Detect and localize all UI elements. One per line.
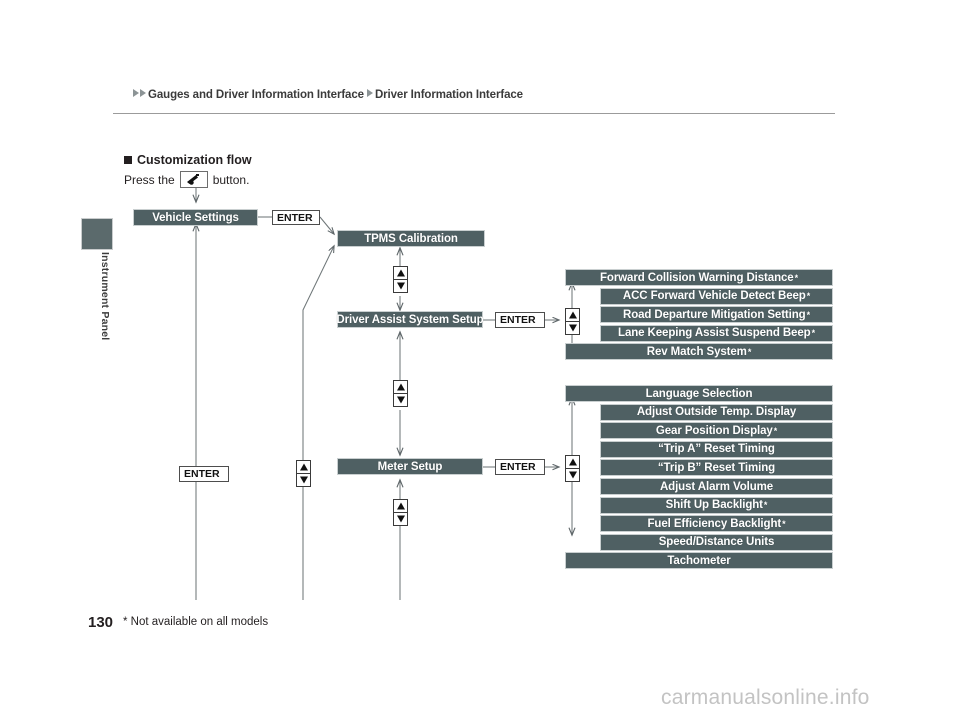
down-button[interactable] xyxy=(565,321,580,335)
flow-option-label: Road Departure Mitigation Setting xyxy=(622,308,806,321)
flow-option-box[interactable]: Forward Collision Warning Distance * xyxy=(565,269,833,286)
footnote-asterisk: * xyxy=(773,425,778,436)
updown-buttons-das-meter[interactable] xyxy=(393,380,408,407)
flow-box-driver-assist-system-setup[interactable]: Driver Assist System Setup xyxy=(336,311,484,328)
flow-option-box[interactable]: Tachometer xyxy=(565,552,833,570)
down-button[interactable] xyxy=(393,512,408,526)
flow-option-box[interactable]: ACC Forward Vehicle Detect Beep * xyxy=(600,287,833,305)
footnote-asterisk: * xyxy=(782,518,786,529)
up-button[interactable] xyxy=(296,460,311,474)
up-button[interactable] xyxy=(393,380,408,394)
up-button[interactable] xyxy=(565,455,580,469)
enter-label: ENTER xyxy=(500,314,536,326)
updown-buttons-driver-assist-list[interactable] xyxy=(565,308,580,335)
flow-option-label: Tachometer xyxy=(667,554,731,567)
flow-option-label: Gear Position Display xyxy=(655,424,773,437)
flow-box-tpms-calibration[interactable]: TPMS Calibration xyxy=(337,230,485,247)
enter-label: ENTER xyxy=(277,211,313,224)
flow-box-label: Driver Assist System Setup xyxy=(336,313,484,326)
flow-option-label: Shift Up Backlight xyxy=(665,499,763,512)
watermark: carmanualsonline.info xyxy=(661,686,870,709)
down-button[interactable] xyxy=(393,279,408,293)
footnote-asterisk: * xyxy=(763,500,768,511)
flow-option-box[interactable]: Adjust Alarm Volume xyxy=(600,478,833,495)
flow-option-box[interactable]: Rev Match System * xyxy=(565,343,833,361)
flow-option-box[interactable]: Road Departure Mitigation Setting * xyxy=(600,306,833,324)
flow-option-box[interactable]: Speed/Distance Units xyxy=(600,533,833,551)
page-number: 130 xyxy=(88,614,114,631)
flow-option-box[interactable]: Fuel Efficiency Backlight * xyxy=(600,515,833,533)
manual-page: Gauges and Driver Information Interface D… xyxy=(0,0,960,722)
footnote: * Not available on all models xyxy=(123,616,269,628)
footnote-asterisk: * xyxy=(811,328,816,339)
flow-option-label: Lane Keeping Assist Suspend Beep xyxy=(618,327,811,340)
enter-button-vehicle-settings[interactable]: ENTER xyxy=(272,210,320,225)
flow-option-label: Fuel Efficiency Backlight xyxy=(647,517,782,530)
flow-option-box[interactable]: Shift Up Backlight * xyxy=(600,496,833,514)
flow-option-box[interactable]: “Trip B” Reset Timing xyxy=(600,459,833,477)
enter-button-driver-assist[interactable]: ENTER xyxy=(495,312,545,328)
up-button[interactable] xyxy=(393,499,408,513)
updown-buttons-meter-setup-list[interactable] xyxy=(565,455,580,482)
flow-box-meter-setup[interactable]: Meter Setup xyxy=(337,458,483,475)
footnote-asterisk: * xyxy=(794,272,799,283)
flow-option-box[interactable]: Gear Position Display * xyxy=(600,422,833,440)
flow-option-label: Speed/Distance Units xyxy=(658,536,775,549)
down-button[interactable] xyxy=(296,473,311,487)
enter-label: ENTER xyxy=(500,461,536,473)
flow-option-label: ACC Forward Vehicle Detect Beep xyxy=(622,290,806,303)
down-button[interactable] xyxy=(565,468,580,482)
footnote-asterisk: * xyxy=(806,291,811,302)
flow-box-label: Meter Setup xyxy=(377,460,443,473)
flow-option-box[interactable]: “Trip A” Reset Timing xyxy=(600,440,833,458)
flow-box-label: Vehicle Settings xyxy=(152,211,239,224)
enter-label: ENTER xyxy=(184,468,220,480)
updown-buttons-meter-lower[interactable] xyxy=(393,499,408,526)
updown-buttons-tpms-das[interactable] xyxy=(393,266,408,293)
enter-button-return[interactable]: ENTER xyxy=(179,466,229,482)
up-button[interactable] xyxy=(565,308,580,322)
flow-option-label: Adjust Outside Temp. Display xyxy=(636,406,797,419)
flow-option-label: Language Selection xyxy=(645,387,753,400)
flow-option-label: “Trip B” Reset Timing xyxy=(657,461,776,474)
flow-option-box[interactable]: Adjust Outside Temp. Display xyxy=(600,403,833,421)
enter-button-meter-setup[interactable]: ENTER xyxy=(495,459,545,475)
up-button[interactable] xyxy=(393,266,408,280)
flow-option-label: “Trip A” Reset Timing xyxy=(658,443,775,456)
flow-option-box[interactable]: Lane Keeping Assist Suspend Beep * xyxy=(600,324,833,342)
flow-option-label: Forward Collision Warning Distance xyxy=(599,271,794,284)
flow-option-label: Adjust Alarm Volume xyxy=(659,480,774,493)
flow-option-label: Rev Match System xyxy=(646,345,747,358)
footnote-asterisk: * xyxy=(747,346,752,357)
down-button[interactable] xyxy=(393,393,408,407)
flow-option-box[interactable]: Language Selection xyxy=(565,385,833,402)
updown-buttons-return-column[interactable] xyxy=(296,460,311,487)
footnote-asterisk: * xyxy=(806,309,811,320)
flow-connector-lines xyxy=(0,188,960,600)
flow-box-vehicle-settings[interactable]: Vehicle Settings xyxy=(133,209,258,226)
flow-box-label: TPMS Calibration xyxy=(364,232,458,245)
